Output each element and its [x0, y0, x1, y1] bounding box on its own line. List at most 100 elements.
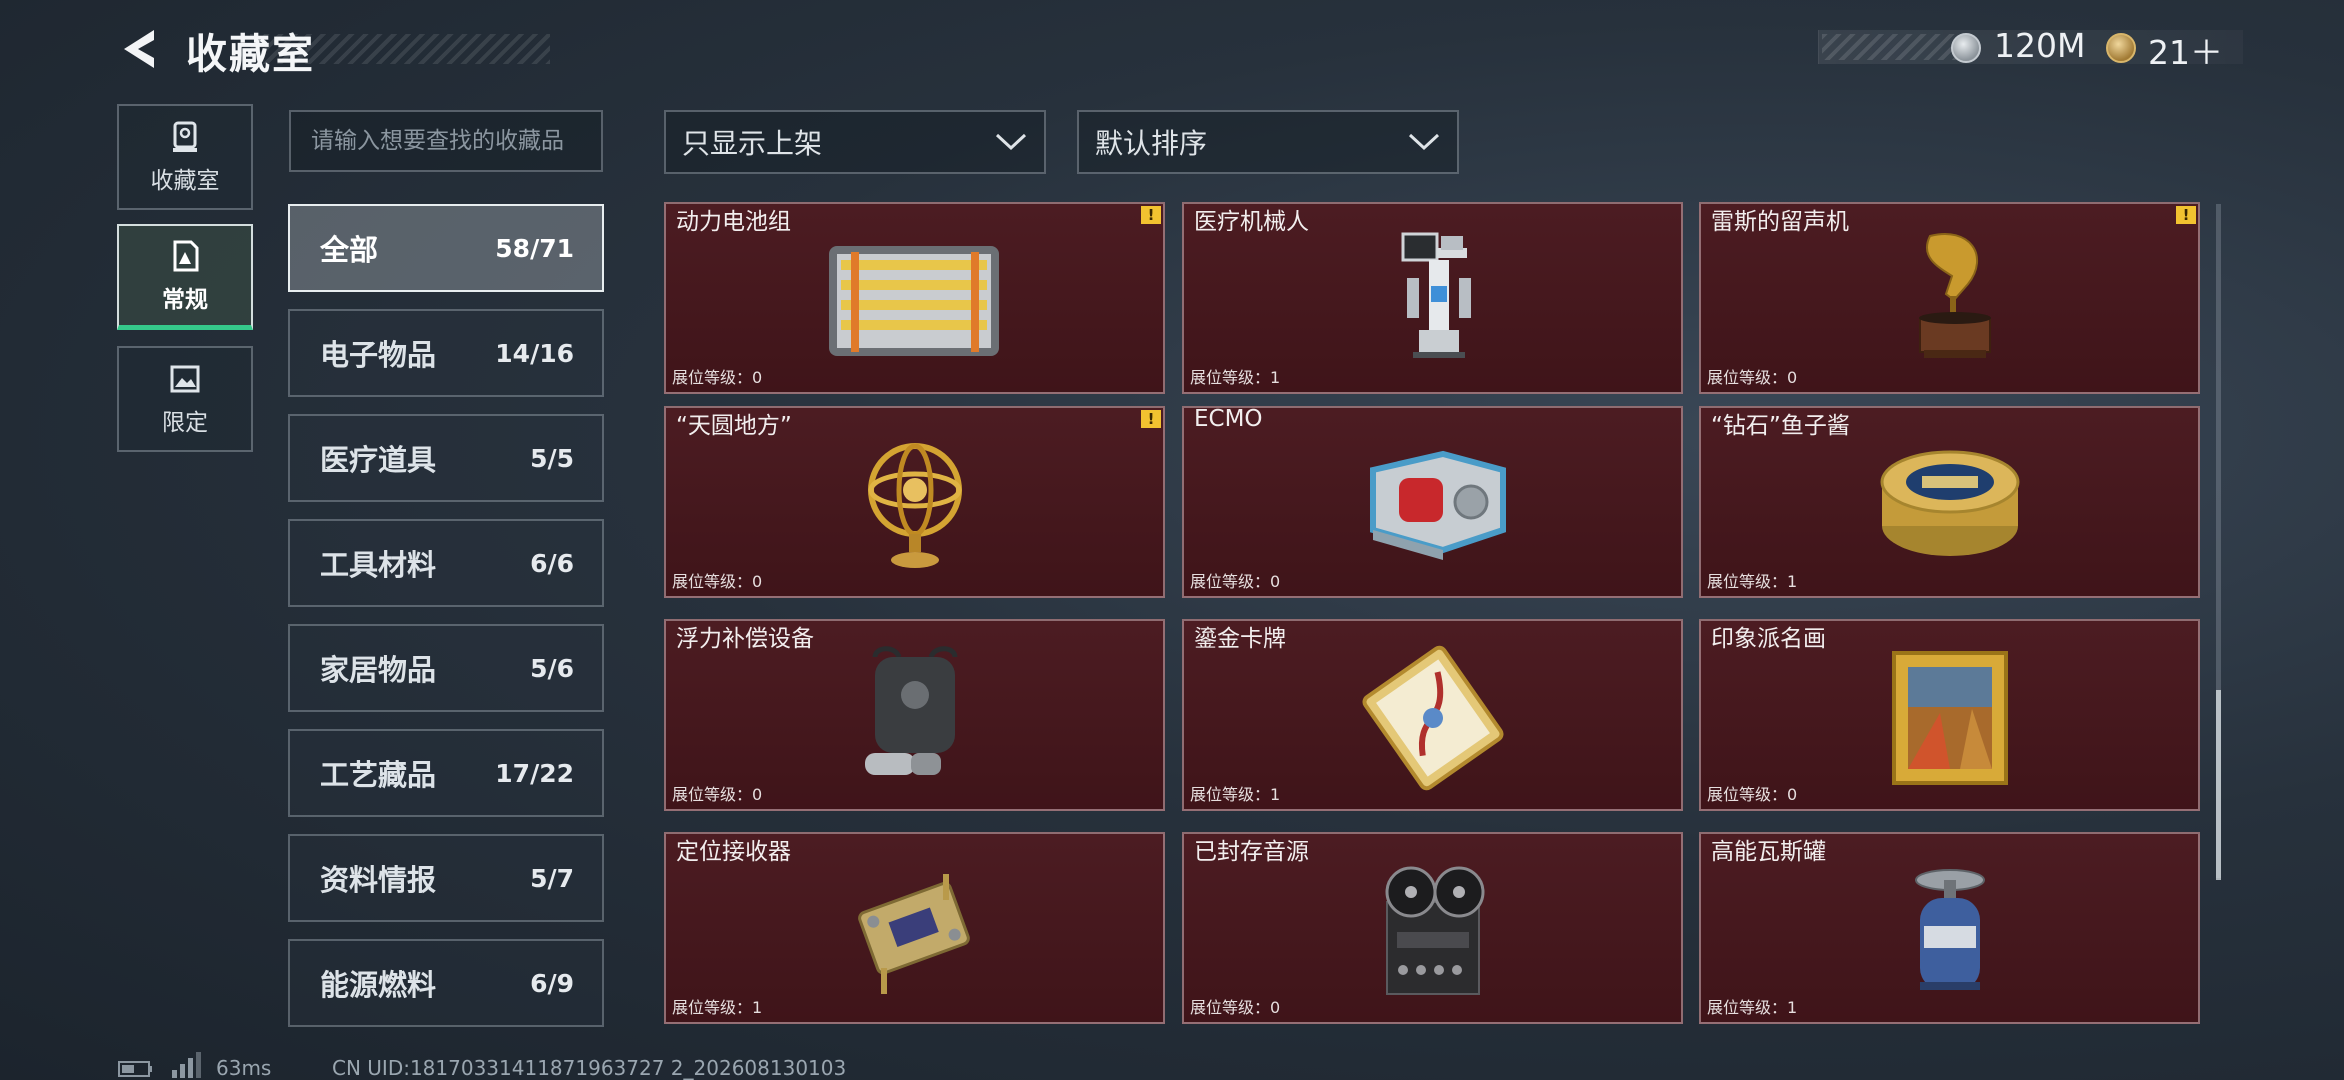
- booth-level: 展位等级：1: [1707, 998, 1798, 1017]
- category-name: 工具材料: [320, 548, 437, 582]
- ping-text: 63ms: [216, 1056, 272, 1080]
- category-name: 家居物品: [320, 653, 437, 687]
- item-name: 雷斯的留声机: [1711, 209, 1849, 235]
- sort-dropdown[interactable]: 默认排序: [1077, 110, 1459, 174]
- signal-icon: [172, 1052, 201, 1078]
- booth-level: 展位等级：0: [1707, 368, 1798, 387]
- item-name: 高能瓦斯罐: [1711, 839, 1826, 865]
- category-tools[interactable]: 工具材料 6/6: [288, 519, 604, 607]
- booth-level: 展位等级：0: [672, 572, 763, 591]
- category-medical[interactable]: 医疗道具 5/5: [288, 414, 604, 502]
- category-count: 6/6: [530, 548, 574, 578]
- item-name: “钻石”鱼子酱: [1711, 413, 1850, 439]
- item-card[interactable]: 浮力补偿设备 展位等级：0: [664, 619, 1165, 811]
- item-card[interactable]: 医疗机械人 展位等级：1: [1182, 202, 1683, 394]
- silver-coin-icon: [1951, 33, 1981, 63]
- item-card[interactable]: ECMO 展位等级：0: [1182, 406, 1683, 598]
- booth-level: 展位等级：0: [1190, 572, 1281, 591]
- warning-icon: !: [2176, 206, 2196, 224]
- gas-canister-icon: [1914, 869, 1985, 990]
- warning-icon: !: [1141, 410, 1161, 428]
- tab-label: 收藏室: [150, 168, 220, 194]
- tab-label: 限定: [162, 410, 208, 436]
- uid-text: CN UID:18170331411871963727 2_2026081301…: [332, 1056, 847, 1080]
- item-card[interactable]: ! 动力电池组 展位等级：0: [664, 202, 1165, 394]
- item-name: 医疗机械人: [1194, 209, 1309, 235]
- item-card[interactable]: 高能瓦斯罐 展位等级：1: [1699, 832, 2200, 1024]
- filter-selected: 只显示上架: [682, 127, 823, 160]
- gilded-card-icon: [1361, 645, 1504, 791]
- category-count: 5/6: [530, 653, 574, 683]
- tab-label: 常规: [162, 286, 208, 313]
- item-name: 动力电池组: [676, 209, 791, 235]
- category-household[interactable]: 家居物品 5/6: [288, 624, 604, 712]
- item-card[interactable]: 定位接收器 展位等级：1: [664, 832, 1165, 1024]
- image-icon: [170, 365, 200, 393]
- item-card[interactable]: “钻石”鱼子酱 展位等级：1: [1699, 406, 2200, 598]
- category-name: 工艺藏品: [320, 758, 437, 792]
- item-name: 印象派名画: [1711, 626, 1826, 652]
- page-title: 收藏室: [186, 30, 315, 78]
- item-name: 鎏金卡牌: [1194, 626, 1286, 652]
- item-card[interactable]: 鎏金卡牌 展位等级：1: [1182, 619, 1683, 811]
- token-balance: 21＋: [2148, 33, 2223, 72]
- gold-token-icon: [2106, 33, 2136, 63]
- category-name: 医疗道具: [320, 443, 437, 477]
- currency-decor-stripe: [1822, 34, 1972, 60]
- category-intel[interactable]: 资料情报 5/7: [288, 834, 604, 922]
- category-name: 能源燃料: [320, 968, 437, 1002]
- booth-level: 展位等级：1: [1190, 368, 1281, 387]
- category-name: 全部: [320, 233, 379, 267]
- booth-level: 展位等级：1: [672, 998, 763, 1017]
- booth-level: 展位等级：1: [1190, 785, 1281, 804]
- battery-pack-icon: [828, 246, 999, 356]
- back-arrow-icon[interactable]: [118, 26, 164, 72]
- category-electronics[interactable]: 电子物品 14/16: [288, 309, 604, 397]
- item-name: 定位接收器: [676, 839, 791, 865]
- chevron-down-icon: [1408, 133, 1440, 151]
- booth-level: 展位等级：0: [1190, 998, 1281, 1017]
- tab-regular[interactable]: 常规: [117, 224, 253, 330]
- chevron-down-icon: [995, 133, 1027, 151]
- category-count: 17/22: [495, 758, 574, 788]
- category-name: 电子物品: [320, 338, 437, 372]
- category-all[interactable]: 全部 58/71: [288, 204, 604, 292]
- gps-receiver-icon: [857, 874, 970, 994]
- category-count: 5/5: [530, 443, 574, 473]
- framed-painting-icon: [1891, 651, 2008, 785]
- tab-collection-room[interactable]: 收藏室: [117, 104, 253, 210]
- grid-scroll-thumb[interactable]: [2216, 690, 2221, 880]
- item-card[interactable]: ! 雷斯的留声机 展位等级：0: [1699, 202, 2200, 394]
- category-count: 5/7: [530, 863, 574, 893]
- item-grid: ! 动力电池组 展位等级：0 医疗机械人 展位等级：1 ! 雷斯的留声机 展位等…: [664, 202, 2200, 1028]
- sort-selected: 默认排序: [1095, 127, 1208, 160]
- booth-level: 展位等级：0: [672, 785, 763, 804]
- item-name: 浮力补偿设备: [676, 626, 814, 652]
- item-card[interactable]: ! “天圆地方” 展位等级：0: [664, 406, 1165, 598]
- item-name: “天圆地方”: [676, 413, 792, 439]
- category-name: 资料情报: [320, 863, 437, 897]
- booth-level: 展位等级：1: [1707, 572, 1798, 591]
- booth-level: 展位等级：0: [672, 368, 763, 387]
- tab-limited[interactable]: 限定: [117, 346, 253, 452]
- search-input[interactable]: [289, 110, 603, 172]
- document-icon: [173, 240, 199, 271]
- category-count: 6/9: [530, 968, 574, 998]
- ecmo-machine-icon: [1369, 450, 1506, 560]
- item-card[interactable]: 印象派名画 展位等级：0: [1699, 619, 2200, 811]
- warning-icon: !: [1141, 206, 1161, 224]
- category-energy[interactable]: 能源燃料 6/9: [288, 939, 604, 1027]
- reel-recorder-icon: [1385, 866, 1484, 995]
- battery-icon: [118, 1061, 152, 1077]
- coin-balance: 120M: [1994, 26, 2086, 65]
- category-count: 14/16: [495, 338, 574, 368]
- item-name: 已封存音源: [1194, 839, 1309, 865]
- category-crafts[interactable]: 工艺藏品 17/22: [288, 729, 604, 817]
- caviar-tin-icon: [1880, 450, 2019, 556]
- armillary-sphere-icon: [867, 443, 962, 568]
- item-name: ECMO: [1194, 406, 1263, 432]
- filter-dropdown[interactable]: 只显示上架: [664, 110, 1046, 174]
- category-count: 58/71: [495, 233, 574, 263]
- gramophone-icon: [1918, 233, 1991, 358]
- item-card[interactable]: 已封存音源 展位等级：0: [1182, 832, 1683, 1024]
